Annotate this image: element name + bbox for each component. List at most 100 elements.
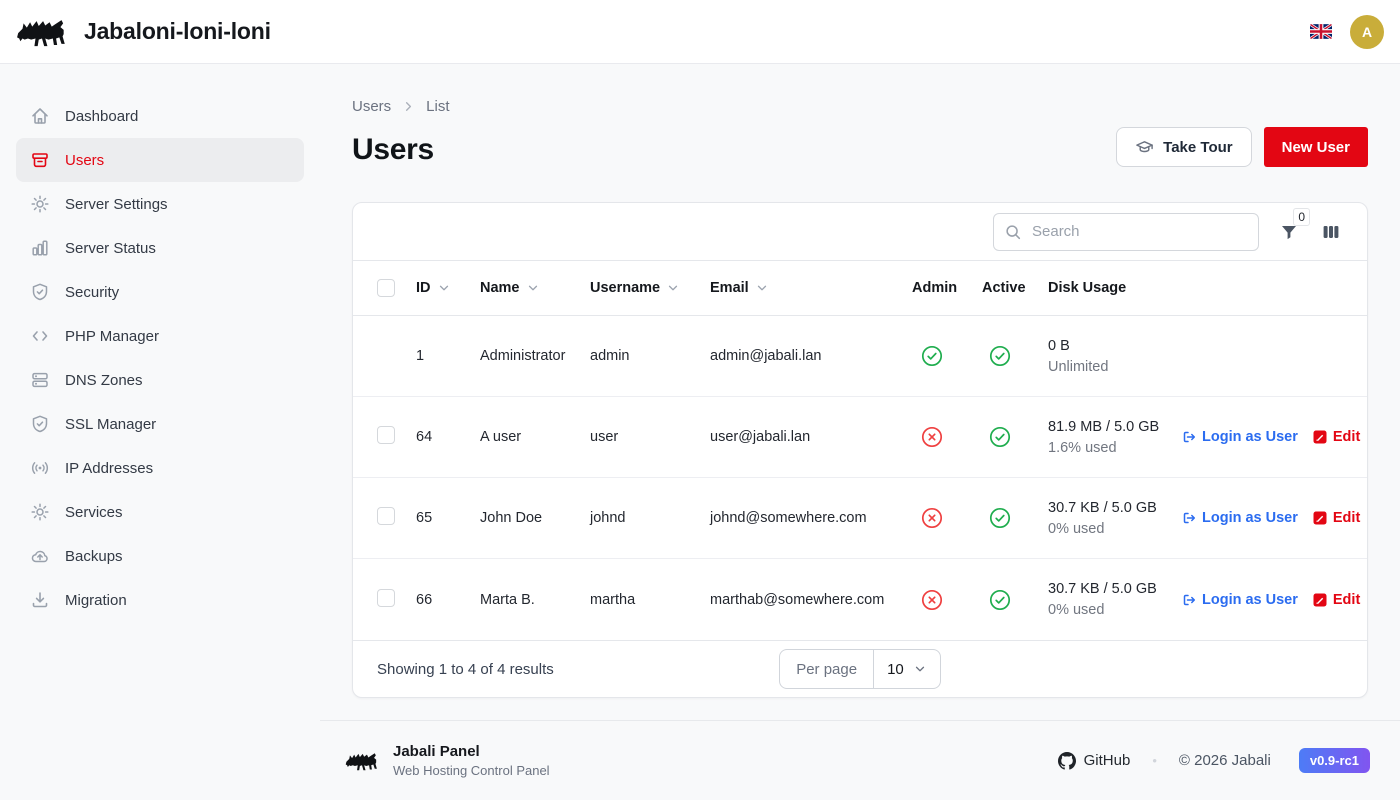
columns-button[interactable] (1319, 220, 1343, 244)
app-title: Jabaloni-loni-loni (84, 18, 271, 45)
new-user-button[interactable]: New User (1264, 127, 1368, 167)
sidebar-item-server-status[interactable]: Server Status (16, 226, 304, 270)
login-icon (1181, 592, 1197, 608)
admin-x-icon (921, 507, 943, 529)
admin-check-icon (921, 345, 943, 367)
edit-icon (1312, 592, 1328, 608)
bar-chart-icon (30, 238, 50, 258)
results-summary: Showing 1 to 4 of 4 results (377, 661, 779, 678)
home-icon (30, 106, 50, 126)
sidebar-item-ssl-manager[interactable]: SSL Manager (16, 402, 304, 446)
login-as-user-button[interactable]: Login as User (1181, 429, 1298, 445)
edit-button[interactable]: Edit (1312, 510, 1360, 526)
cell-id: 66 (401, 592, 465, 608)
graduation-cap-icon (1135, 138, 1154, 157)
breadcrumb-list: List (426, 98, 449, 115)
sidebar-item-ip-addresses[interactable]: IP Addresses (16, 446, 304, 490)
broadcast-icon (30, 458, 50, 478)
table-row: 64 A user user user@jabali.lan 81.9 MB /… (353, 397, 1367, 478)
admin-x-icon (921, 589, 943, 611)
app-brand[interactable]: Jabaloni-loni-loni (16, 14, 271, 50)
column-header-active: Active (967, 280, 1033, 296)
cell-name: Administrator (465, 348, 575, 364)
sidebar-item-dashboard[interactable]: Dashboard (16, 94, 304, 138)
column-header-id[interactable]: ID (401, 280, 465, 296)
table-header-row: ID Name Username Email Ad (353, 260, 1367, 316)
sidebar-item-label: Server Status (65, 240, 156, 257)
column-header-email[interactable]: Email (695, 280, 897, 296)
disk-usage-value: 81.9 MB / 5.0 GB (1048, 419, 1169, 435)
disk-usage-percent: 0% used (1048, 602, 1169, 618)
chevron-right-icon (401, 99, 416, 114)
cell-username: admin (575, 348, 695, 364)
gear-icon (30, 194, 50, 214)
site-footer: Jabali Panel Web Hosting Control Panel G… (320, 720, 1400, 800)
sidebar-item-php-manager[interactable]: PHP Manager (16, 314, 304, 358)
column-header-name[interactable]: Name (465, 280, 575, 296)
search-input[interactable] (993, 213, 1259, 251)
main-content: Users List Users Take Tour New User (320, 64, 1400, 720)
page-title: Users (352, 133, 434, 167)
footer-tagline: Web Hosting Control Panel (393, 763, 550, 778)
per-page-value: 10 (887, 661, 904, 678)
login-as-user-button[interactable]: Login as User (1181, 592, 1298, 608)
edit-icon (1312, 429, 1328, 445)
sidebar-item-security[interactable]: Security (16, 270, 304, 314)
row-checkbox[interactable] (377, 589, 395, 607)
github-link[interactable]: GitHub (1058, 752, 1131, 770)
disk-usage-value: 30.7 KB / 5.0 GB (1048, 581, 1169, 597)
table-row: 66 Marta B. martha marthab@somewhere.com… (353, 559, 1367, 640)
select-all-checkbox[interactable] (377, 279, 395, 297)
users-table-card: 0 ID Name (352, 202, 1368, 698)
language-flag-uk-icon[interactable] (1310, 24, 1332, 39)
user-avatar[interactable]: A (1350, 15, 1384, 49)
disk-usage-value: 30.7 KB / 5.0 GB (1048, 500, 1169, 516)
sidebar-item-label: Backups (65, 548, 123, 565)
row-checkbox[interactable] (377, 426, 395, 444)
download-icon (30, 590, 50, 610)
disk-usage-percent: 0% used (1048, 521, 1169, 537)
table-row: 1 Administrator admin admin@jabali.lan 0… (353, 316, 1367, 397)
cell-username: johnd (575, 510, 695, 526)
sidebar-item-server-settings[interactable]: Server Settings (16, 182, 304, 226)
take-tour-button[interactable]: Take Tour (1116, 127, 1251, 167)
take-tour-label: Take Tour (1163, 139, 1232, 156)
sidebar: Dashboard Users Server Settings Server S… (0, 64, 320, 800)
sidebar-item-backups[interactable]: Backups (16, 534, 304, 578)
column-header-username[interactable]: Username (575, 280, 695, 296)
users-icon (30, 150, 50, 170)
filter-button[interactable]: 0 (1277, 220, 1301, 244)
edit-icon (1312, 510, 1328, 526)
search-field (993, 213, 1259, 251)
edit-button[interactable]: Edit (1312, 429, 1360, 445)
sidebar-item-label: Dashboard (65, 108, 138, 125)
server-stack-icon (30, 370, 50, 390)
column-header-disk-usage: Disk Usage (1033, 280, 1169, 296)
cell-name: John Doe (465, 510, 575, 526)
cell-name: A user (465, 429, 575, 445)
cell-id: 64 (401, 429, 465, 445)
cell-email: johnd@somewhere.com (695, 510, 897, 526)
chevron-down-icon (913, 662, 927, 676)
per-page-control: Per page 10 (779, 649, 941, 689)
disk-usage-percent: Unlimited (1048, 359, 1169, 375)
breadcrumb-users[interactable]: Users (352, 98, 391, 115)
edit-button[interactable]: Edit (1312, 592, 1360, 608)
sidebar-item-migration[interactable]: Migration (16, 578, 304, 622)
cloud-upload-icon (30, 546, 50, 566)
shield-check-icon (30, 414, 50, 434)
gear-icon (30, 502, 50, 522)
sidebar-item-users[interactable]: Users (16, 138, 304, 182)
sidebar-item-label: Users (65, 152, 104, 169)
version-badge[interactable]: v0.9-rc1 (1299, 748, 1370, 773)
per-page-select[interactable]: 10 (874, 650, 940, 688)
sidebar-item-services[interactable]: Services (16, 490, 304, 534)
filter-count-badge: 0 (1293, 208, 1310, 226)
sidebar-item-label: Migration (65, 592, 127, 609)
row-checkbox[interactable] (377, 507, 395, 525)
sidebar-item-dns-zones[interactable]: DNS Zones (16, 358, 304, 402)
active-check-icon (989, 589, 1011, 611)
sidebar-item-label: Security (65, 284, 119, 301)
login-as-user-button[interactable]: Login as User (1181, 510, 1298, 526)
active-check-icon (989, 345, 1011, 367)
